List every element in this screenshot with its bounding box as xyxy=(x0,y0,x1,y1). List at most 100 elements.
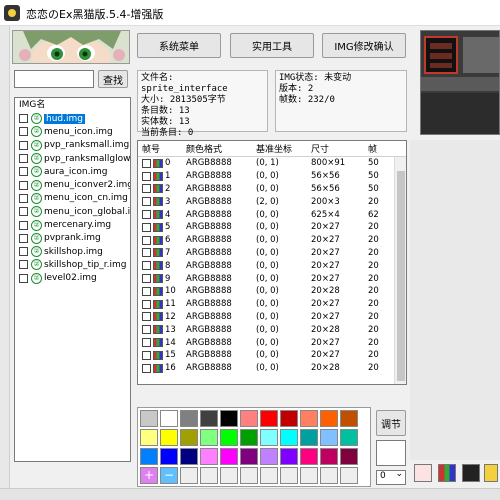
palette-swatch[interactable] xyxy=(220,429,238,446)
palette-swatch[interactable] xyxy=(200,448,218,465)
frame-row[interactable]: 6 ARGB8888 (0, 0) 20×27 20 xyxy=(138,234,406,247)
palette-swatch[interactable] xyxy=(320,448,338,465)
frame-row[interactable]: 1 ARGB8888 (0, 0) 56×56 50 xyxy=(138,170,406,183)
palette-swatch[interactable] xyxy=(300,410,318,427)
img-checkbox[interactable] xyxy=(19,180,28,190)
frame-row[interactable]: 10 ARGB8888 (0, 0) 20×28 20 xyxy=(138,285,406,298)
palette-swatch[interactable] xyxy=(160,429,178,446)
frame-checkbox[interactable] xyxy=(142,274,151,284)
palette-swatch[interactable] xyxy=(140,448,158,465)
img-list-item[interactable]: ② skillshop_tip_r.img xyxy=(15,258,130,271)
frame-row[interactable]: 13 ARGB8888 (0, 0) 20×28 20 xyxy=(138,323,406,336)
frame-checkbox[interactable] xyxy=(142,222,151,232)
frame-row[interactable]: 8 ARGB8888 (0, 0) 20×27 20 xyxy=(138,259,406,272)
frame-checkbox[interactable] xyxy=(142,338,151,348)
frame-checkbox[interactable] xyxy=(142,197,151,207)
frame-checkbox[interactable] xyxy=(142,171,151,181)
img-checkbox[interactable] xyxy=(19,260,28,270)
palette-swatch[interactable] xyxy=(140,410,158,427)
img-list-item[interactable]: ② menu_icon_cn.img xyxy=(15,192,130,205)
palette-empty-slot[interactable] xyxy=(340,467,358,484)
palette-empty-slot[interactable] xyxy=(260,467,278,484)
color-palette[interactable]: + − xyxy=(137,407,371,487)
palette-empty-slot[interactable] xyxy=(180,467,198,484)
img-list-item[interactable]: ② menu_iconver2.img xyxy=(15,178,130,191)
palette-swatch[interactable] xyxy=(280,448,298,465)
header-base-coord[interactable]: 基准坐标 xyxy=(256,142,311,155)
frame-row[interactable]: 0 ARGB8888 (0, 1) 800×91 50 xyxy=(138,157,406,170)
palette-swatch[interactable] xyxy=(340,429,358,446)
palette-swatch[interactable] xyxy=(220,448,238,465)
img-list-item[interactable]: ② pvprank.img xyxy=(15,232,130,245)
palette-empty-slot[interactable] xyxy=(220,467,238,484)
img-list-item[interactable]: ② skillshop.img xyxy=(15,245,130,258)
frame-row[interactable]: 4 ARGB8888 (0, 0) 625×4 62 xyxy=(138,208,406,221)
img-checkbox[interactable] xyxy=(19,154,28,164)
palette-swatch[interactable] xyxy=(340,448,358,465)
img-checkbox[interactable] xyxy=(19,220,28,230)
frame-checkbox[interactable] xyxy=(142,210,151,220)
frame-checkbox[interactable] xyxy=(142,286,151,296)
img-list-item[interactable]: ② aura_icon.img xyxy=(15,165,130,178)
scrollbar-thumb[interactable] xyxy=(397,171,405,381)
palette-swatch[interactable] xyxy=(200,410,218,427)
frame-checkbox[interactable] xyxy=(142,312,151,322)
palette-swatch[interactable] xyxy=(260,410,278,427)
palette-swatch[interactable] xyxy=(260,429,278,446)
palette-swatch[interactable] xyxy=(260,448,278,465)
palette-empty-slot[interactable] xyxy=(240,467,258,484)
frames-table[interactable]: 帧号 颜色格式 基准坐标 尺寸 帧 0 ARGB8888 (0, 1) 800×91 5… xyxy=(137,140,407,385)
tool-icon-4[interactable] xyxy=(484,464,498,482)
palette-swatch[interactable] xyxy=(300,448,318,465)
palette-remove-icon[interactable]: − xyxy=(160,467,178,484)
frame-row[interactable]: 14 ARGB8888 (0, 0) 20×27 20 xyxy=(138,336,406,349)
frame-row[interactable]: 11 ARGB8888 (0, 0) 20×27 20 xyxy=(138,298,406,311)
frame-checkbox[interactable] xyxy=(142,235,151,245)
frame-checkbox[interactable] xyxy=(142,184,151,194)
header-frame[interactable]: 帧 xyxy=(368,142,388,155)
img-list-item[interactable]: ② mercenary.img xyxy=(15,218,130,231)
adjust-button[interactable]: 调节 xyxy=(376,410,406,436)
img-list-item[interactable]: ②pvp_ranksmallglow.img xyxy=(15,152,130,165)
frame-checkbox[interactable] xyxy=(142,299,151,309)
system-menu-button[interactable]: 系统菜单 xyxy=(137,33,221,58)
frame-row[interactable]: 2 ARGB8888 (0, 0) 56×56 50 xyxy=(138,183,406,196)
img-checkbox[interactable] xyxy=(19,247,28,257)
palette-swatch[interactable] xyxy=(220,410,238,427)
palette-swatch[interactable] xyxy=(280,429,298,446)
frame-checkbox[interactable] xyxy=(142,158,151,168)
palette-swatch[interactable] xyxy=(180,410,198,427)
palette-swatch[interactable] xyxy=(160,448,178,465)
frame-checkbox[interactable] xyxy=(142,261,151,271)
img-checkbox[interactable] xyxy=(19,273,28,283)
img-list-item[interactable]: ② menu_icon.img xyxy=(15,125,130,138)
frame-row[interactable]: 7 ARGB8888 (0, 0) 20×27 20 xyxy=(138,247,406,260)
tool-icon-3[interactable] xyxy=(462,464,480,482)
palette-swatch[interactable] xyxy=(240,429,258,446)
tool-icon-1[interactable] xyxy=(414,464,432,482)
palette-index-select[interactable]: 0 xyxy=(376,469,406,485)
img-checkbox[interactable] xyxy=(19,167,28,177)
palette-empty-slot[interactable] xyxy=(280,467,298,484)
palette-swatch[interactable] xyxy=(280,410,298,427)
img-list-item[interactable]: ② pvp_ranksmall.img xyxy=(15,139,130,152)
frame-row[interactable]: 5 ARGB8888 (0, 0) 20×27 20 xyxy=(138,221,406,234)
current-color-box[interactable] xyxy=(376,440,406,466)
img-list-item[interactable]: ② hud.img xyxy=(15,112,130,125)
frames-scrollbar[interactable] xyxy=(394,157,406,384)
search-input[interactable] xyxy=(14,70,94,88)
palette-swatch[interactable] xyxy=(320,429,338,446)
img-confirm-button[interactable]: IMG修改确认 xyxy=(322,33,406,58)
frame-row[interactable]: 9 ARGB8888 (0, 0) 20×27 20 xyxy=(138,272,406,285)
frame-row[interactable]: 12 ARGB8888 (0, 0) 20×27 20 xyxy=(138,311,406,324)
img-list-item[interactable]: ②menu_icon_global.img xyxy=(15,205,130,218)
img-checkbox[interactable] xyxy=(19,233,28,243)
palette-swatch[interactable] xyxy=(320,410,338,427)
palette-swatch[interactable] xyxy=(160,410,178,427)
frame-checkbox[interactable] xyxy=(142,325,151,335)
palette-swatch[interactable] xyxy=(140,429,158,446)
palette-empty-slot[interactable] xyxy=(300,467,318,484)
frame-row[interactable]: 16 ARGB8888 (0, 0) 20×28 20 xyxy=(138,362,406,375)
palette-swatch[interactable] xyxy=(300,429,318,446)
palette-add-icon[interactable]: + xyxy=(140,467,158,484)
